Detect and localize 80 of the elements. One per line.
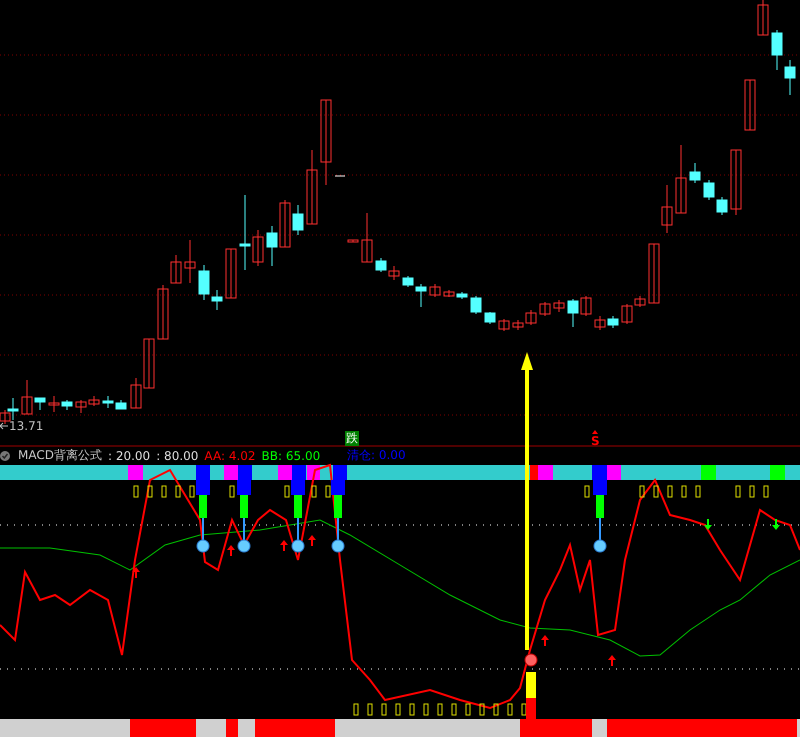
candlestick [554,300,564,312]
candlestick [144,338,154,388]
ball-marker-icon [593,480,607,552]
candlestick [568,298,578,328]
up-arrow-icon [227,545,235,556]
ball-marker-icon [291,480,305,552]
indicator-param: : 80.00 [156,448,198,462]
ball-marker-icon [237,480,251,552]
bar-marker-drawing [524,654,538,719]
up-arrow-icon [132,567,140,578]
candlestick [402,276,414,288]
candlestick [484,312,496,324]
candlestick [416,284,426,308]
candlestick [226,248,236,298]
down-arrow-icon [772,519,780,530]
candlestick [170,254,182,284]
candlestick [716,196,728,216]
candlestick [758,0,768,36]
candlestick [348,240,358,242]
price-label: 13.71 [9,419,44,433]
candlestick [456,292,468,300]
up-arrow-icon [308,535,316,546]
indicator-value: BB: 65.00 [262,448,320,462]
candlestick [198,264,210,300]
candlestick [388,266,400,280]
candlestick [184,240,196,284]
candlestick [130,378,142,408]
candlestick [676,144,686,214]
candlestick [540,302,550,316]
arrow-left-icon [0,422,8,430]
candlestick [744,80,756,130]
candlestick [662,184,672,234]
candlestick [608,316,618,328]
candlestick [292,204,304,236]
up-triangle-icon [592,430,598,434]
candlestick [444,290,454,298]
candlestick [470,296,482,314]
candlestick [376,258,386,272]
candlestick [158,284,168,340]
candlestick [498,318,510,332]
ball-marker-icon [196,480,210,552]
candlestick [102,396,114,408]
up-arrow-icon [608,655,616,666]
indicator-param: : 20.00 [108,448,150,462]
down-arrow-icon [704,519,712,530]
candlestick [690,162,700,184]
candlestick [22,380,32,414]
candlestick [648,244,660,304]
candlestick [512,320,524,330]
candlestick [526,310,536,326]
candlestick [266,226,278,266]
up-arrow-icon [280,540,288,551]
candlestick [622,304,632,324]
candlestick [580,296,592,316]
up-arrow-icon [521,352,533,650]
candlestick [704,180,714,200]
indicator-value: AA: 4.02 [204,448,256,462]
up-arrow-icon [541,635,549,646]
candlestick [76,400,86,414]
candlestick [362,212,372,262]
check-icon[interactable] [0,450,10,460]
candlestick [430,284,440,298]
candlestick [730,150,742,216]
candlestick [634,296,646,308]
indicator-name: MACD背离公式 [18,447,102,464]
candlestick [784,60,796,96]
indicator-value: 清仓: 0.00 [347,447,406,464]
candlestick [48,396,60,412]
candlestick [212,290,222,310]
candlestick [62,400,72,410]
candlestick [88,396,100,406]
signal-label: 跌 [345,431,359,446]
candlestick [594,316,606,330]
candlestick [34,398,46,410]
ball-marker-icon [331,480,345,552]
candlestick [280,200,290,248]
candlestick [252,230,264,266]
signal-label: S [591,434,600,448]
candlestick [772,30,782,70]
candlestick [116,400,126,410]
